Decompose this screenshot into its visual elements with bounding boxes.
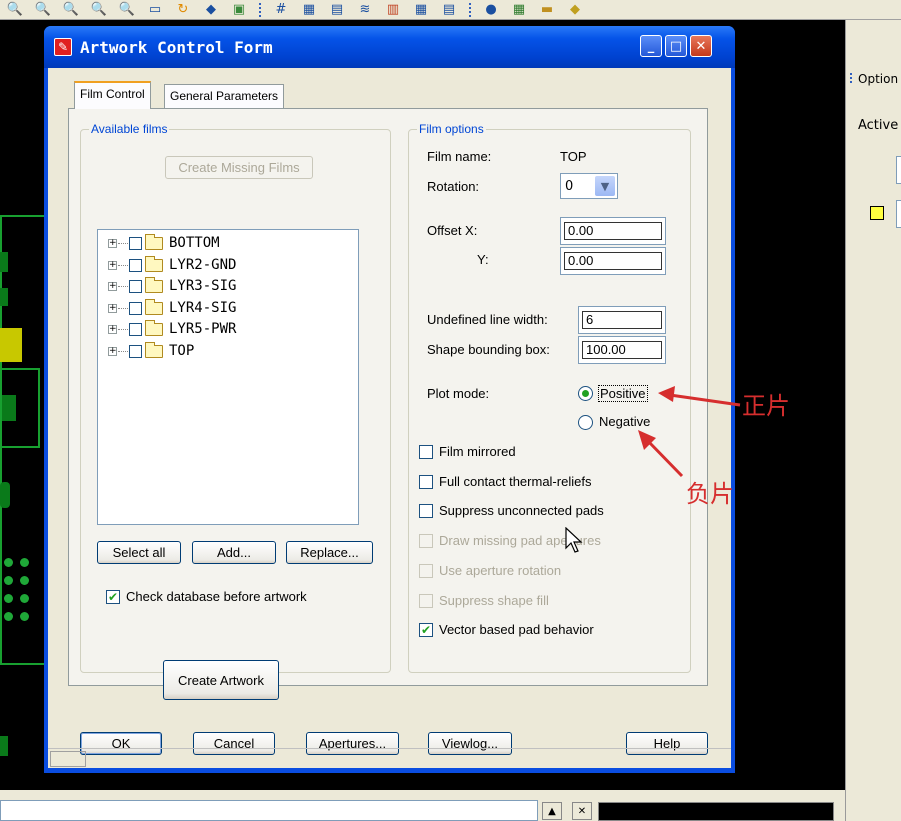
mouse-cursor-icon [565, 527, 583, 553]
negative-arrow [645, 438, 684, 478]
positive-arrow-head [658, 386, 675, 402]
negative-annotation: 负片 [686, 480, 734, 508]
tab-film-control[interactable]: Film Control [74, 81, 151, 109]
positive-annotation: 正片 [742, 392, 790, 420]
positive-arrow [669, 393, 741, 407]
